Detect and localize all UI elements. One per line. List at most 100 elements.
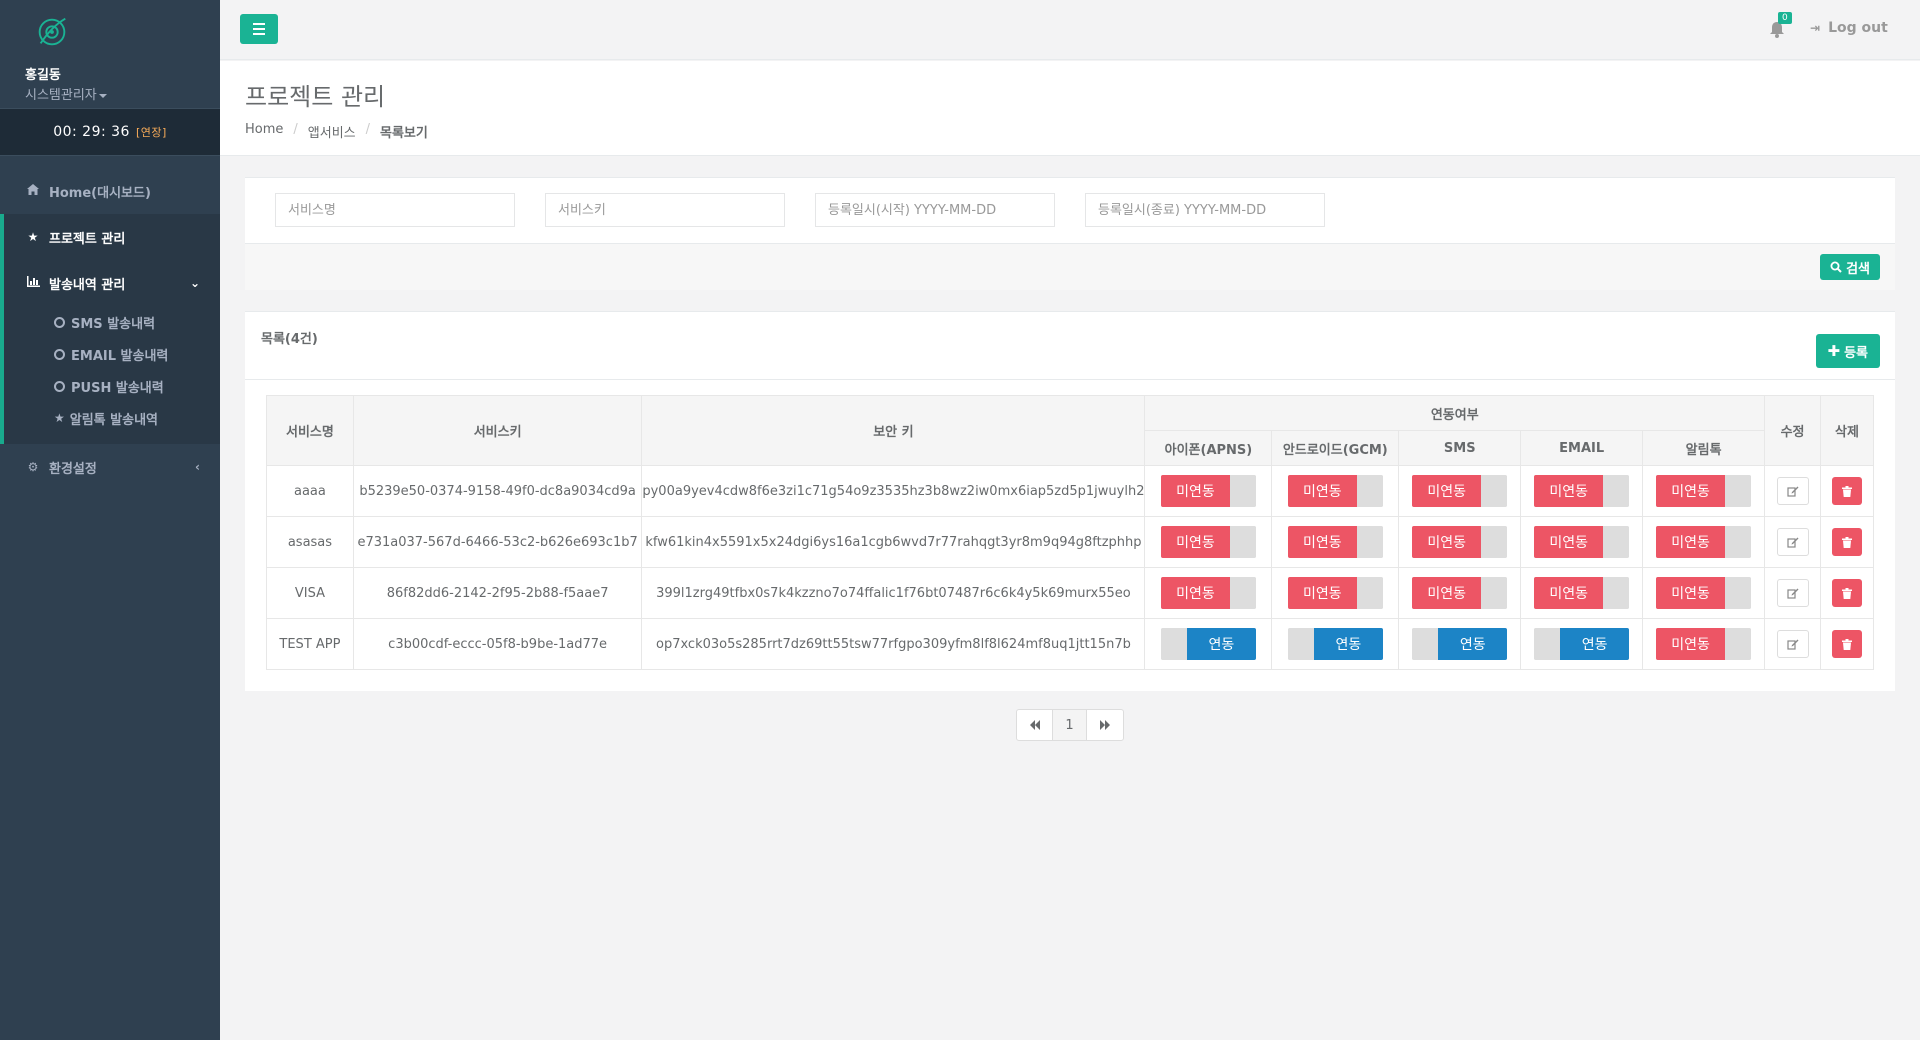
top-navbar: 0 ⇥ Log out [220, 0, 1920, 60]
toggle-label: 미연동 [1287, 526, 1357, 558]
header-service-name: 서비스명 [266, 395, 354, 466]
table-row: aaaa b5239e50-0374-9158-49f0-dc8a9034cd9a… [266, 465, 1874, 517]
cell-service-key: e731a037-567d-6466-53c2-b626e693c1b7 [352, 516, 643, 568]
toggle-label: 미연동 [1160, 475, 1230, 507]
sms-toggle[interactable]: 미연동 [1412, 526, 1508, 558]
toggle-track [1725, 526, 1752, 558]
delete-button[interactable] [1832, 528, 1862, 556]
toggle-track [1287, 628, 1314, 660]
edit-button[interactable] [1776, 477, 1809, 505]
sidebar-item-project[interactable]: ★ 프로젝트 관리 [0, 214, 220, 260]
next-page-button[interactable] [1087, 710, 1123, 740]
notification-badge: 0 [1778, 12, 1792, 24]
submenu-item-push[interactable]: PUSH 발송내력 [4, 370, 220, 402]
add-button[interactable]: ✚ 등록 [1815, 334, 1880, 368]
edit-button[interactable] [1776, 528, 1809, 556]
toggle-label: 미연동 [1287, 475, 1357, 507]
apns-toggle[interactable]: 연동 [1160, 628, 1256, 660]
cell-apns: 미연동 [1144, 516, 1273, 568]
toggle-label: 미연동 [1534, 475, 1604, 507]
sms-toggle[interactable]: 연동 [1412, 628, 1508, 660]
toggle-track [1481, 577, 1508, 609]
header-edit: 수정 [1764, 395, 1821, 466]
cell-apns: 미연동 [1144, 465, 1273, 517]
cell-edit [1764, 567, 1821, 619]
submenu-item-label: 알림톡 발송내역 [69, 412, 159, 428]
star-icon: ★ [54, 411, 65, 425]
alimtalk-toggle[interactable]: 미연동 [1656, 628, 1752, 660]
toggle-label: 연동 [1438, 628, 1508, 660]
prev-page-button[interactable] [1017, 710, 1053, 740]
menu-toggle-button[interactable] [240, 14, 278, 44]
email-toggle[interactable]: 미연동 [1534, 526, 1630, 558]
submenu-item-alimtalk[interactable]: ★ 알림톡 발송내역 [4, 402, 220, 434]
gcm-toggle[interactable]: 연동 [1287, 628, 1383, 660]
breadcrumb-app-service[interactable]: 앱서비스 [308, 122, 356, 141]
search-icon [1830, 261, 1842, 273]
extend-session-link[interactable]: [연장] [136, 124, 167, 140]
apns-toggle[interactable]: 미연동 [1160, 577, 1256, 609]
service-key-input[interactable] [545, 193, 785, 227]
delete-button[interactable] [1832, 630, 1862, 658]
edit-button[interactable] [1776, 579, 1809, 607]
edit-icon [1786, 639, 1799, 650]
breadcrumb-home[interactable]: Home [245, 122, 283, 141]
alimtalk-toggle[interactable]: 미연동 [1656, 475, 1752, 507]
header-apns: 아이폰(APNS) [1144, 430, 1273, 466]
toggle-track [1356, 577, 1383, 609]
gcm-toggle[interactable]: 미연동 [1287, 577, 1383, 609]
cell-alimtalk: 미연동 [1642, 465, 1766, 517]
alimtalk-toggle[interactable]: 미연동 [1656, 526, 1752, 558]
submenu-item-email[interactable]: EMAIL 발송내력 [4, 338, 220, 370]
sms-toggle[interactable]: 미연동 [1412, 577, 1508, 609]
circle-icon [54, 316, 65, 328]
toggle-track [1160, 628, 1187, 660]
date-start-input[interactable] [815, 193, 1055, 227]
email-toggle[interactable]: 미연동 [1534, 577, 1630, 609]
delete-button[interactable] [1832, 477, 1862, 505]
search-button[interactable]: 검색 [1820, 254, 1880, 280]
submenu-item-label: SMS 발송내력 [71, 316, 156, 332]
table-row: VISA 86f82dd6-2142-2f95-2b88-f5aae7 399l1z… [266, 567, 1874, 619]
sidebar-item-settings[interactable]: ⚙ 환경설정 ‹ [0, 444, 220, 490]
cell-apns: 연동 [1144, 618, 1273, 670]
cell-sms: 미연동 [1398, 567, 1522, 619]
delete-button[interactable] [1832, 579, 1862, 607]
sidebar-group-history: 발송내역 관리 ⌄ SMS 발송내력 EMAIL 발송내력 PUSH 발송내력 … [0, 260, 220, 444]
service-name-input[interactable] [275, 193, 515, 227]
edit-icon [1786, 486, 1799, 497]
edit-button[interactable] [1776, 630, 1809, 658]
sidebar-item-history[interactable]: 발송내역 관리 ⌄ [4, 260, 220, 306]
user-role-dropdown[interactable]: 시스템관리자 [25, 84, 220, 103]
page-number-button[interactable]: 1 [1053, 710, 1087, 740]
hamburger-icon [253, 23, 265, 25]
header-email: EMAIL [1520, 430, 1644, 466]
header-delete: 삭제 [1820, 395, 1874, 466]
toggle-label: 미연동 [1160, 526, 1230, 558]
toggle-label: 연동 [1313, 628, 1383, 660]
chevron-down-icon: ⌄ [189, 276, 200, 290]
cell-service-name: aaaa [266, 465, 354, 517]
edit-icon [1786, 588, 1799, 599]
sms-toggle[interactable]: 미연동 [1412, 475, 1508, 507]
submenu-item-sms[interactable]: SMS 발송내력 [4, 306, 220, 338]
email-toggle[interactable]: 연동 [1534, 628, 1630, 660]
apns-toggle[interactable]: 미연동 [1160, 526, 1256, 558]
caret-down-icon [98, 93, 107, 98]
gcm-toggle[interactable]: 미연동 [1287, 526, 1383, 558]
date-end-input[interactable] [1085, 193, 1325, 227]
page-title: 프로젝트 관리 [245, 83, 386, 111]
logout-link[interactable]: ⇥ Log out [1810, 20, 1888, 36]
cell-edit [1764, 618, 1821, 670]
cell-alimtalk: 미연동 [1642, 618, 1766, 670]
pagination: 1 [1016, 709, 1124, 741]
cell-gcm: 미연동 [1271, 567, 1400, 619]
trash-icon [1842, 587, 1852, 599]
sidebar-item-home[interactable]: Home(대시보드) [0, 168, 220, 214]
gcm-toggle[interactable]: 미연동 [1287, 475, 1383, 507]
apns-toggle[interactable]: 미연동 [1160, 475, 1256, 507]
cell-service-key: c3b00cdf-eccc-05f8-b9be-1ad77e [352, 618, 643, 670]
email-toggle[interactable]: 미연동 [1534, 475, 1630, 507]
trash-icon [1842, 536, 1852, 548]
alimtalk-toggle[interactable]: 미연동 [1656, 577, 1752, 609]
